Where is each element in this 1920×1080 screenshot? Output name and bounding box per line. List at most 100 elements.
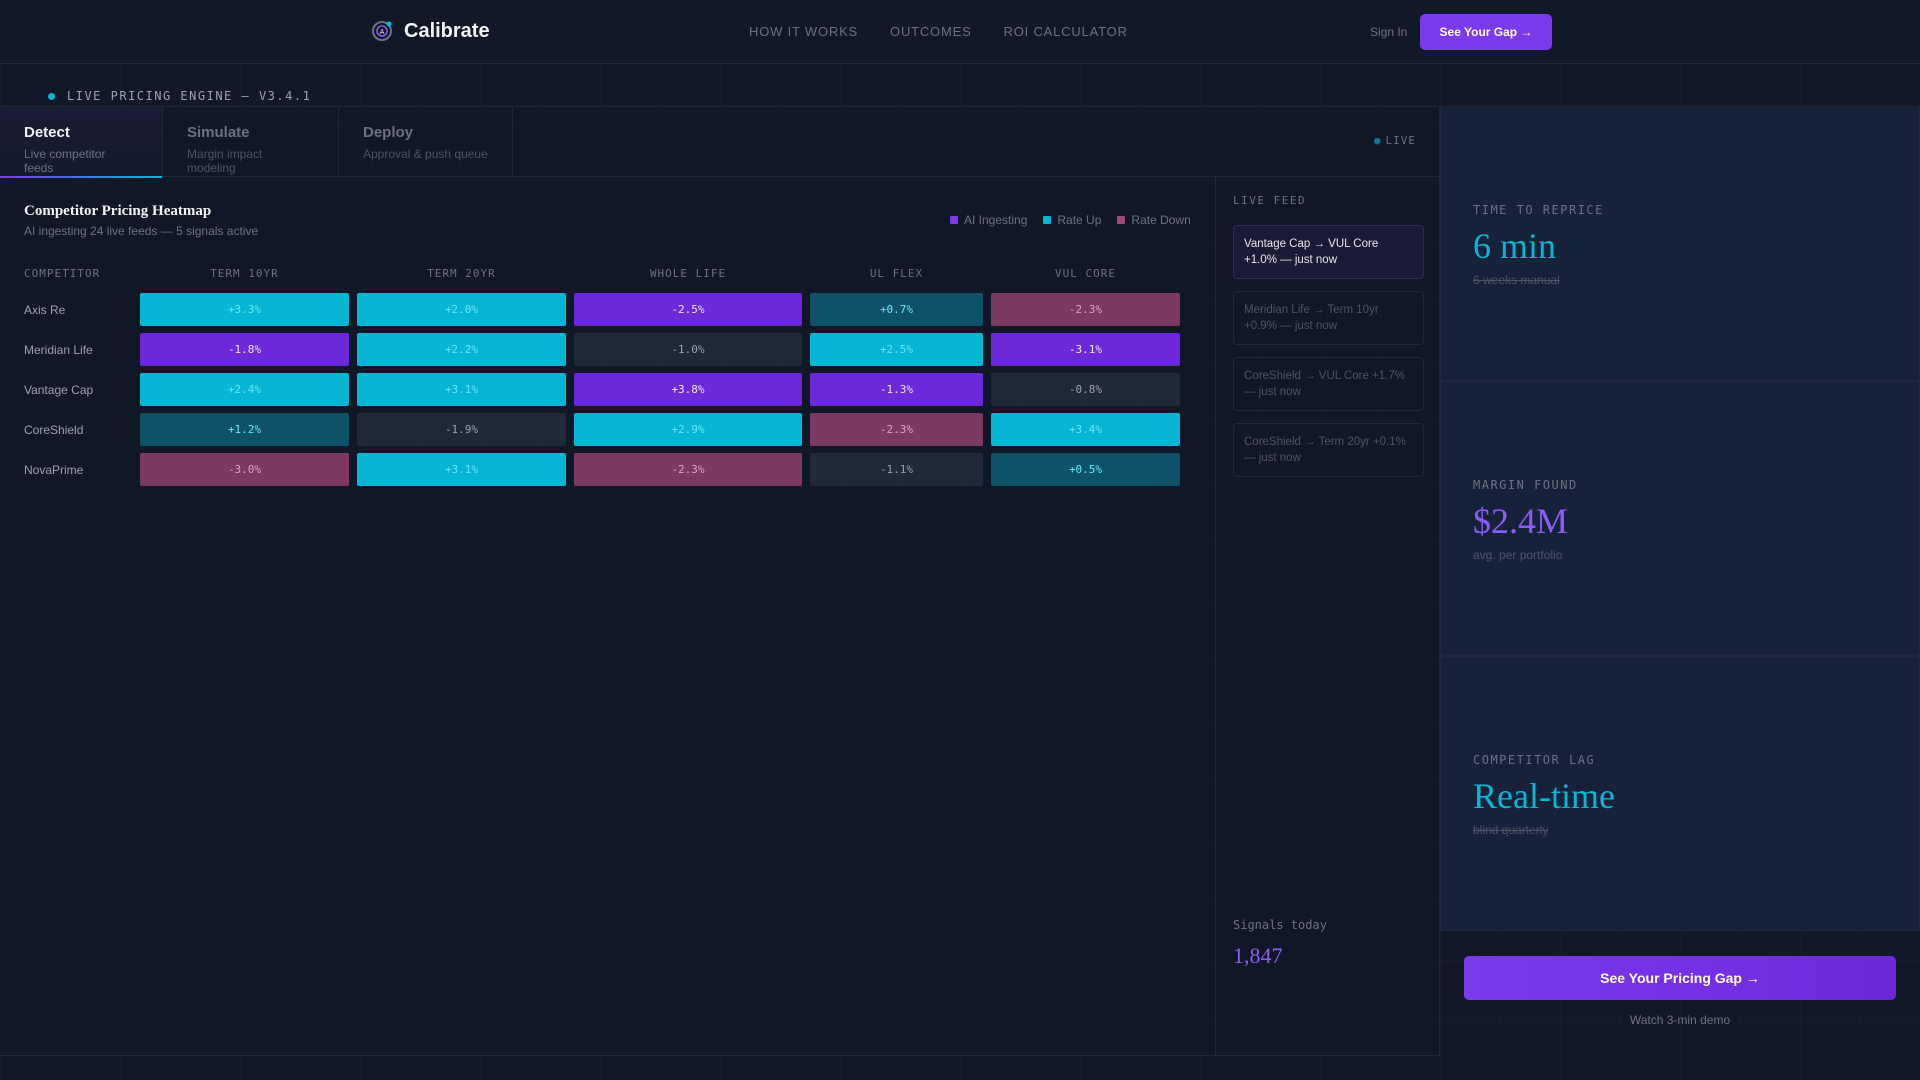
heatmap-cell[interactable]: -2.3% (574, 453, 802, 486)
nav-link-outcomes[interactable]: OUTCOMES (890, 24, 972, 39)
legend-rate-up: Rate Up (1043, 213, 1101, 227)
nav-links: HOW IT WORKS OUTCOMES ROI CALCULATOR (749, 24, 1128, 39)
heatmap-cell[interactable]: +2.5% (810, 333, 983, 366)
heatmap-cell-wrap: -2.3% (991, 293, 1180, 326)
heatmap-cell-wrap: +2.5% (810, 333, 983, 366)
competitor-name: Meridian Life (24, 342, 93, 357)
stat-margin-found: MARGIN FOUND $2.4M avg. per portfolio (1440, 381, 1920, 656)
svg-text:A: A (380, 28, 385, 36)
stat-value: $2.4M (1473, 501, 1569, 541)
heatmap-cell[interactable]: +3.1% (357, 373, 566, 406)
heatmap-cell[interactable]: -1.0% (574, 333, 802, 366)
signals-today-value: 1,847 (1233, 943, 1283, 968)
legend-rate-down: Rate Down (1117, 213, 1191, 227)
nav-link-how-it-works[interactable]: HOW IT WORKS (749, 24, 858, 39)
column-header: UL FLEX (869, 266, 924, 280)
heatmap-cell[interactable]: +3.3% (140, 293, 349, 326)
brand[interactable]: A Calibrate (370, 19, 490, 43)
feed-item[interactable]: Vantage Cap → VUL Core +1.0% — just now (1233, 225, 1424, 279)
engine-version-text: LIVE PRICING ENGINE — V3.4.1 (67, 89, 312, 103)
sign-in-link[interactable]: Sign In (1370, 25, 1407, 39)
heatmap-cell[interactable]: -2.5% (574, 293, 802, 326)
main-panel: Detect Live competitor feeds Simulate Ma… (0, 106, 1440, 1056)
column-header: TERM 20YR (427, 266, 496, 280)
tab-title: Simulate (187, 124, 250, 141)
column-header: WHOLE LIFE (649, 266, 727, 280)
heatmap-cell[interactable]: +3.1% (357, 453, 566, 486)
heatmap-cell[interactable]: +1.2% (140, 413, 349, 446)
live-feed-panel: LIVE FEED Vantage Cap → VUL Core +1.0% —… (1215, 177, 1439, 1056)
heatmap-cell[interactable]: -1.8% (140, 333, 349, 366)
heatmap-cell-wrap: +2.9% (574, 413, 802, 446)
heatmap-cell[interactable]: +2.9% (574, 413, 802, 446)
heatmap-cell[interactable]: +0.7% (810, 293, 983, 326)
tab-deploy[interactable]: Deploy Approval & push queue (339, 107, 513, 177)
heatmap-cell-wrap: -1.9% (357, 413, 566, 446)
watch-demo-link[interactable]: Watch 3-min demo (1464, 1013, 1896, 1027)
brand-name: Calibrate (404, 19, 490, 42)
column-header: TERM 10YR (210, 266, 279, 280)
stat-value: 6 min (1473, 226, 1557, 266)
tab-title: Detect (24, 124, 70, 141)
engine-label: LIVE PRICING ENGINE — V3.4.1 (48, 89, 311, 103)
nav-link-roi-calculator[interactable]: ROI CALCULATOR (1004, 24, 1128, 39)
stat-note: avg. per portfolio (1473, 548, 1563, 562)
heatmap-cell[interactable]: +3.8% (574, 373, 802, 406)
heatmap-cell[interactable]: +2.4% (140, 373, 349, 406)
heatmap-cell[interactable]: -3.0% (140, 453, 349, 486)
stat-competitor-lag: COMPETITOR LAG Real-time blind quarterly (1440, 656, 1920, 931)
heatmap-cell-wrap: -3.1% (991, 333, 1180, 366)
heatmap-cell-wrap: -1.0% (574, 333, 802, 366)
heatmap-cell-wrap: +0.7% (810, 293, 983, 326)
heatmap-cell-wrap: -1.8% (140, 333, 349, 366)
heatmap-row: NovaPrime -3.0% +3.1% -2.3% -1.1% +0.5% (20, 453, 1180, 486)
legend-swatch (1117, 216, 1126, 224)
heatmap-row: CoreShield +1.2% -1.9% +2.9% -2.3% +3.4% (20, 413, 1180, 446)
tab-bar: Detect Live competitor feeds Simulate Ma… (0, 107, 1440, 178)
heatmap-cell[interactable]: -1.3% (810, 373, 983, 406)
live-feed-label: LIVE FEED (1233, 194, 1307, 207)
live-label: LIVE (1385, 134, 1416, 147)
heatmap-cell[interactable]: +2.0% (357, 293, 566, 326)
tab-subtitle: Margin impact modeling (187, 147, 263, 175)
legend-swatch (1043, 216, 1052, 224)
stat-time-to-reprice: TIME TO REPRICE 6 min 6 weeks manual (1440, 106, 1920, 381)
live-dot-icon: ● (1373, 134, 1382, 147)
heatmap-cell[interactable]: -0.8% (991, 373, 1180, 406)
legend-swatch (950, 216, 958, 224)
heatmap-cell-wrap: +0.5% (991, 453, 1180, 486)
heatmap-cell[interactable]: -2.3% (991, 293, 1180, 326)
heatmap-subtitle: AI ingesting 24 live feeds — 5 signals a… (24, 224, 259, 238)
signals-today-label: Signals today (1233, 918, 1327, 932)
heatmap-cell[interactable]: +2.2% (357, 333, 566, 366)
heatmap-cell[interactable]: -1.9% (357, 413, 566, 446)
heatmap-cell-wrap: +3.1% (357, 373, 566, 406)
heatmap-cell-wrap: +2.4% (140, 373, 349, 406)
heatmap-cell-wrap: +3.3% (140, 293, 349, 326)
heatmap-cell[interactable]: +0.5% (991, 453, 1180, 486)
feed-item[interactable]: CoreShield → Term 20yr +0.1% — just now (1233, 423, 1424, 477)
heatmap-title: Competitor Pricing Heatmap (24, 203, 212, 219)
legend-label: AI Ingesting (964, 213, 1028, 227)
feed-item[interactable]: Meridian Life → Term 10yr +0.9% — just n… (1233, 291, 1424, 345)
heatmap-cell[interactable]: -3.1% (991, 333, 1180, 366)
heatmap-cell-wrap: -2.3% (574, 453, 802, 486)
tab-detect[interactable]: Detect Live competitor feeds (0, 107, 163, 178)
feed-item[interactable]: CoreShield → VUL Core +1.7% — just now (1233, 357, 1424, 411)
heatmap-cell[interactable]: -1.1% (810, 453, 983, 486)
tab-simulate[interactable]: Simulate Margin impact modeling (163, 107, 339, 177)
heatmap-cell-wrap: -1.3% (810, 373, 983, 406)
heatmap-cell-wrap: +3.1% (357, 453, 566, 486)
see-your-gap-button[interactable]: See Your Gap → (1420, 14, 1552, 50)
heatmap-cell-wrap: -2.5% (574, 293, 802, 326)
heatmap-row: Meridian Life -1.8% +2.2% -1.0% +2.5% -3.1% (20, 333, 1180, 366)
heatmap-cell[interactable]: -2.3% (810, 413, 983, 446)
heatmap-cell[interactable]: +3.4% (991, 413, 1180, 446)
heatmap-cell-wrap: +1.2% (140, 413, 349, 446)
legend-label: Rate Up (1057, 213, 1102, 227)
stat-note: 6 weeks manual (1473, 273, 1560, 287)
competitor-name: Vantage Cap (24, 382, 94, 397)
live-dot-icon (48, 92, 55, 100)
see-your-pricing-gap-button[interactable]: See Your Pricing Gap → (1464, 956, 1896, 1000)
heatmap-cell-wrap: -2.3% (810, 413, 983, 446)
